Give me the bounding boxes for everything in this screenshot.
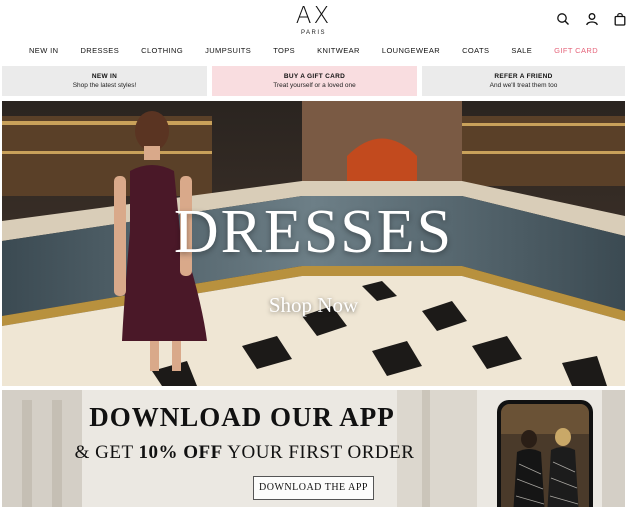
nav-sale[interactable]: SALE [500, 44, 543, 58]
promo-title: NEW IN [91, 73, 118, 80]
offer-discount: 10% OFF [138, 442, 223, 463]
brand-subtitle: PARIS [300, 30, 327, 36]
nav-gift-card[interactable]: GIFT CARD [543, 44, 609, 58]
brand-name: AX [295, 3, 332, 29]
bag-icon[interactable] [613, 12, 627, 26]
nav-coats[interactable]: COATS [451, 44, 500, 58]
search-icon[interactable] [556, 12, 570, 26]
phone-screen [501, 404, 589, 507]
app-download-banner: DOWNLOAD OUR APP & GET 10% OFF YOUR FIRS… [2, 390, 625, 507]
app-banner-title: DOWNLOAD OUR APP [89, 402, 395, 432]
promo-title: BUY A GIFT CARD [283, 73, 346, 80]
offer-suffix: YOUR FIRST ORDER [222, 442, 415, 463]
promo-title: REFER A FRIEND [494, 73, 553, 80]
app-banner-offer: & GET 10% OFF YOUR FIRST ORDER [2, 442, 487, 464]
promo-subtitle: Treat yourself or a loved one [273, 82, 356, 89]
nav-clothing[interactable]: CLOTHING [130, 44, 194, 58]
brand-logo[interactable]: AX PARIS [0, 4, 627, 37]
nav-dresses[interactable]: DRESSES [69, 44, 130, 58]
promo-refer-friend[interactable]: REFER A FRIEND And we'll treat them too [422, 66, 625, 96]
nav-loungewear[interactable]: LOUNGEWEAR [371, 44, 451, 58]
promo-subtitle: Shop the latest styles! [72, 82, 137, 89]
nav-knitwear[interactable]: KNITWEAR [306, 44, 371, 58]
nav-tops[interactable]: TOPS [262, 44, 306, 58]
nav-new-in[interactable]: NEW IN [18, 44, 69, 58]
hero-banner[interactable]: DRESSES Shop Now [2, 101, 625, 386]
download-app-button[interactable]: DOWNLOAD THE APP [253, 476, 374, 500]
promo-new-in[interactable]: NEW IN Shop the latest styles! [2, 66, 207, 96]
account-icon[interactable] [585, 12, 599, 26]
hero-title: DRESSES [173, 198, 454, 266]
phone-screen-image [501, 404, 589, 507]
nav-jumpsuits[interactable]: JUMPSUITS [194, 44, 262, 58]
phone-mockup [497, 400, 593, 507]
promo-subtitle: And we'll treat them too [489, 82, 558, 89]
promo-gift-card[interactable]: BUY A GIFT CARD Treat yourself or a love… [212, 66, 417, 96]
shop-now-link[interactable]: Shop Now [2, 293, 625, 318]
main-nav: NEW IN DRESSES CLOTHING JUMPSUITS TOPS K… [0, 44, 627, 58]
offer-prefix: & GET [74, 442, 139, 463]
site-header: AX PARIS [0, 0, 627, 40]
